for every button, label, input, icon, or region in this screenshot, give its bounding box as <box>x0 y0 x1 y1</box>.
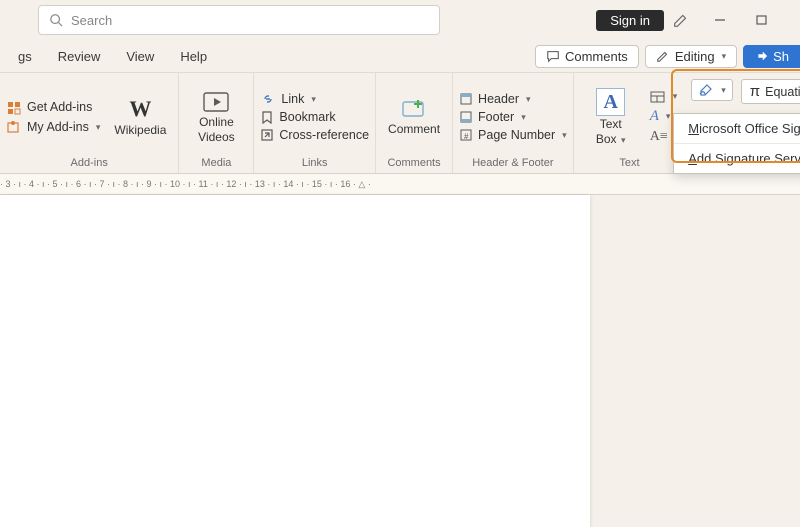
editing-label: Editing <box>675 49 715 64</box>
document-area <box>0 195 800 527</box>
page-canvas[interactable] <box>0 195 590 527</box>
parts-icon <box>650 90 666 104</box>
footer-button[interactable]: Footer▾ <box>459 110 567 124</box>
chevron-down-icon: ▾ <box>619 135 626 145</box>
chevron-down-icon: ▾ <box>526 94 531 105</box>
comments-button[interactable]: Comments <box>535 45 639 68</box>
group-symbols: ▾ π Equation ▾ Microsoft Office Signatur… <box>685 73 800 173</box>
ribbon-tabs: gs Review View Help Comments Editing ▾ S… <box>0 40 800 73</box>
header-icon <box>459 92 473 106</box>
signature-icon <box>698 83 714 97</box>
crossref-icon <box>260 128 274 142</box>
get-addins-button[interactable]: Get Add-ins <box>6 99 100 115</box>
textbox-icon: A <box>596 88 624 116</box>
wordart-icon: A <box>650 108 659 125</box>
wikipedia-icon: W <box>129 97 151 121</box>
link-icon <box>260 92 276 106</box>
group-comments: Comment Comments <box>376 73 453 173</box>
footer-icon <box>459 110 473 124</box>
tab-review[interactable]: Review <box>46 45 113 68</box>
group-text: A Text Box ▾ ▾ A ▾ A≡ ▾ Text <box>574 73 686 173</box>
group-header-footer: Header▾ Footer▾ #Page Number▾ Header & F… <box>453 73 574 173</box>
bookmark-button[interactable]: Bookmark <box>260 110 369 124</box>
bookmark-icon <box>260 110 274 124</box>
chevron-down-icon: ▾ <box>666 111 671 122</box>
group-label: Text <box>619 157 639 171</box>
chevron-down-icon: ▾ <box>311 94 316 105</box>
group-label: Comments <box>387 157 440 171</box>
comment-icon <box>546 49 560 63</box>
search-input[interactable]: Search <box>38 5 440 35</box>
sign-in-button[interactable]: Sign in <box>596 10 664 31</box>
page-number-button[interactable]: #Page Number▾ <box>459 128 567 142</box>
chevron-down-icon: ▾ <box>96 122 101 133</box>
chevron-down-icon: ▾ <box>722 51 727 62</box>
link-button[interactable]: Link▾ <box>260 92 369 106</box>
header-button[interactable]: Header▾ <box>459 92 567 106</box>
page-number-icon: # <box>459 128 473 142</box>
svg-text:#: # <box>464 132 469 141</box>
comments-label: Comments <box>565 49 628 64</box>
chevron-down-icon: ▾ <box>673 91 678 102</box>
share-button[interactable]: Sh <box>743 45 800 68</box>
tab-view[interactable]: View <box>114 45 166 68</box>
group-media: Online Videos Media <box>179 73 254 173</box>
pi-icon: π <box>750 83 760 100</box>
group-label: Links <box>302 157 328 171</box>
pen-icon[interactable] <box>672 11 706 29</box>
dropcap-icon: A≡ <box>650 129 668 145</box>
quick-parts-button[interactable]: ▾ <box>650 90 680 104</box>
title-bar: Search Sign in <box>0 0 800 40</box>
text-box-button[interactable]: A Text Box ▾ <box>580 88 642 146</box>
tab-partial[interactable]: gs <box>6 45 44 68</box>
cross-reference-button[interactable]: Cross-reference <box>260 128 369 142</box>
store-icon <box>6 99 22 115</box>
equation-button[interactable]: π Equation ▾ <box>741 79 800 104</box>
pencil-icon <box>656 49 670 63</box>
ruler[interactable]: · 3 · ı · 4 · ı · 5 · ı · 6 · ı · 7 · ı … <box>0 174 800 195</box>
restore-button[interactable] <box>756 14 790 26</box>
chevron-down-icon: ▾ <box>721 85 726 96</box>
group-label: Header & Footer <box>472 157 553 171</box>
share-icon <box>754 49 768 63</box>
puzzle-icon <box>6 119 22 135</box>
group-label: Add-ins <box>71 157 108 171</box>
group-addins: Get Add-ins My Add-ins▾ W Wikipedia Add-… <box>0 73 179 173</box>
search-placeholder: Search <box>71 13 112 28</box>
new-comment-icon <box>400 97 428 121</box>
group-links: Link▾ Bookmark Cross-reference Links <box>254 73 376 173</box>
ribbon: Get Add-ins My Add-ins▾ W Wikipedia Add-… <box>0 73 800 174</box>
add-signature-services-item[interactable]: Add Signature Services... <box>674 144 800 173</box>
search-icon <box>49 13 63 27</box>
chevron-down-icon: ▾ <box>562 130 567 141</box>
tab-help[interactable]: Help <box>168 45 219 68</box>
editing-button[interactable]: Editing ▾ <box>645 45 737 68</box>
minimize-button[interactable] <box>714 14 748 26</box>
comment-button[interactable]: Comment <box>382 97 446 136</box>
wikipedia-button[interactable]: W Wikipedia <box>108 97 172 136</box>
signature-line-button[interactable]: ▾ <box>691 79 733 101</box>
chevron-down-icon: ▾ <box>521 112 526 123</box>
video-icon <box>202 90 230 114</box>
my-addins-button[interactable]: My Add-ins▾ <box>6 119 100 135</box>
online-videos-button[interactable]: Online Videos <box>185 90 247 144</box>
signature-dropdown: Microsoft Office Signature Add Signature… <box>673 113 800 174</box>
ms-office-signature-item[interactable]: Microsoft Office Signature <box>674 114 800 144</box>
share-label: Sh <box>773 49 789 64</box>
group-label: Media <box>201 157 231 171</box>
